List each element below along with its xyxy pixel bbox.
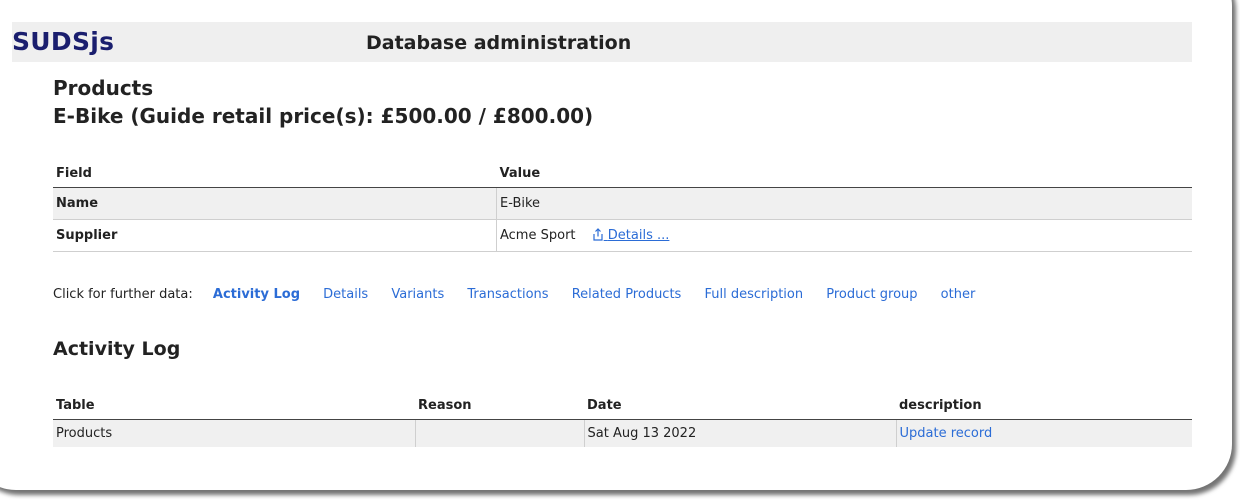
further-data-label: Click for further data: [53,287,193,302]
tab-full-description[interactable]: Full description [704,287,803,302]
tab-activity-log[interactable]: Activity Log [213,287,300,302]
tab-other[interactable]: other [941,287,976,302]
log-reason-cell [414,419,584,447]
tab-product-group[interactable]: Product group [826,287,917,302]
section-title: Activity Log [53,338,181,360]
tab-related-products[interactable]: Related Products [572,287,682,302]
field-supplier-label: Supplier [53,219,497,252]
page-title: Products [53,76,154,100]
tab-variants[interactable]: Variants [391,287,444,302]
record-table: Field Value Name E-Bike Supplier Acme Sp… [53,160,1192,252]
supplier-details-link[interactable]: Details ... [592,228,670,243]
further-data-nav: Click for further data: Activity Log Det… [53,287,994,302]
table-row: Name E-Bike [53,187,1192,220]
column-header-reason: Reason [415,392,584,420]
table-row: Products Sat Aug 13 2022 Update record [53,419,1192,447]
column-header-value: Value [496,160,1192,188]
column-header-date: Date [584,392,896,420]
column-header-description: description [896,392,1192,420]
record-title: E-Bike (Guide retail price(s): £500.00 /… [53,104,594,128]
share-icon [593,228,603,241]
log-table-cell: Products [53,419,415,447]
log-description-cell: Update record [895,419,1192,447]
app-logo[interactable]: SUDSjs [12,27,114,56]
tab-transactions[interactable]: Transactions [467,287,548,302]
update-record-link[interactable]: Update record [900,426,993,441]
activity-log-header: Table Reason Date description [53,392,1192,420]
supplier-name: Acme Sport [500,228,576,243]
log-date-cell: Sat Aug 13 2022 [583,419,896,447]
supplier-details-label[interactable]: Details ... [608,228,670,243]
field-name-label: Name [53,187,497,220]
tab-details[interactable]: Details [323,287,368,302]
field-supplier-value: Acme Sport Details ... [496,219,1192,252]
app-title: Database administration [366,32,632,54]
column-header-field: Field [53,160,497,188]
record-table-header: Field Value [53,160,1192,188]
field-name-value: E-Bike [496,187,1192,220]
table-row: Supplier Acme Sport Details ... [53,219,1192,252]
activity-log-table: Table Reason Date description Products S… [53,392,1192,447]
column-header-table: Table [53,392,415,420]
